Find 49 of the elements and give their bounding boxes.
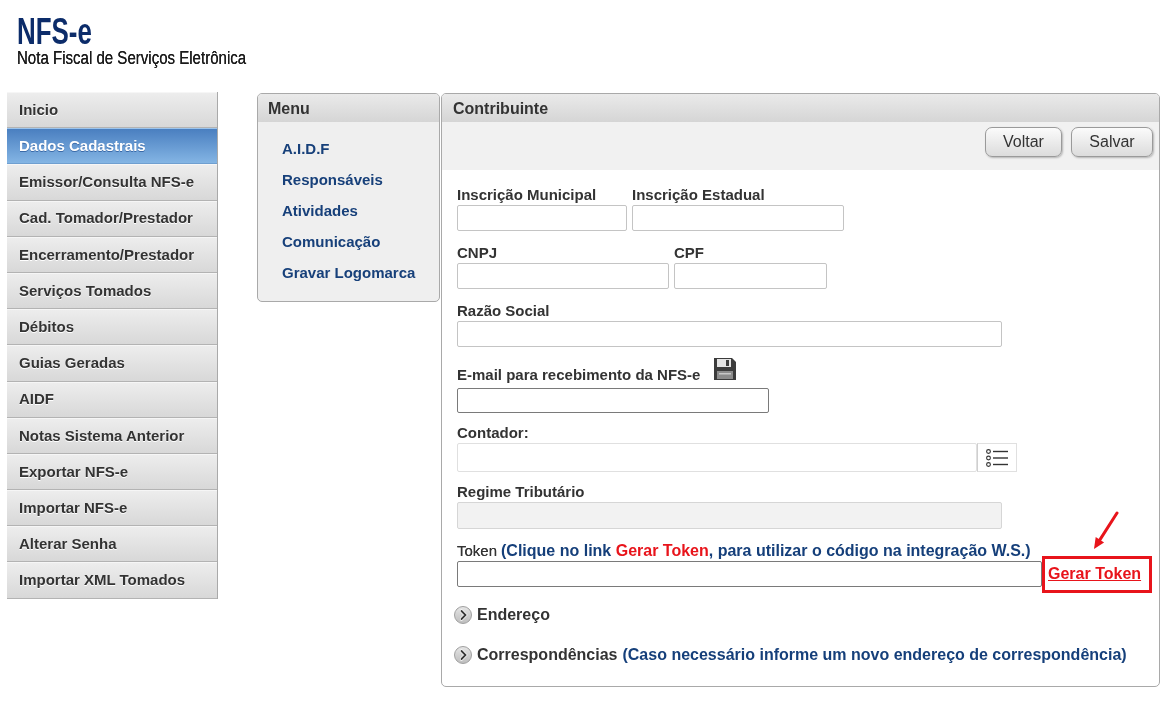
section-title[interactable]: Endereço xyxy=(477,603,550,627)
chevron-circle-icon[interactable] xyxy=(454,646,472,664)
chevron-circle-icon[interactable] xyxy=(454,606,472,624)
logo-subtitle: Nota Fiscal de Serviços Eletrônica xyxy=(17,48,247,68)
sidebar-item[interactable]: Inicio xyxy=(7,92,217,129)
panel-header: Contribuinte xyxy=(442,94,1159,122)
field-label: Contador: xyxy=(457,425,529,441)
field-label: Inscrição Municipal xyxy=(457,187,597,203)
text-input[interactable] xyxy=(457,205,627,231)
field-label: Token xyxy=(457,543,498,559)
panel-header: Menu xyxy=(258,94,439,122)
sidebar-item[interactable]: Emissor/Consulta NFS-e xyxy=(7,164,217,201)
lookup-button[interactable] xyxy=(977,443,1017,472)
field-label: CPF xyxy=(674,245,704,261)
menu-link[interactable]: Atividades xyxy=(282,195,358,226)
sidebar-item[interactable]: Encerramento/Prestador xyxy=(7,236,217,273)
toolbar-button[interactable]: Voltar xyxy=(985,127,1062,157)
menu-link[interactable]: Comunicação xyxy=(282,226,381,257)
sidebar-item[interactable]: Guias Geradas xyxy=(7,345,217,382)
sidebar-item[interactable]: Débitos xyxy=(7,309,217,346)
sidebar-item[interactable]: Notas Sistema Anterior xyxy=(7,417,217,454)
section-title[interactable]: Correspondências xyxy=(477,643,618,667)
menu-link[interactable]: Responsáveis xyxy=(282,164,383,195)
menu-link[interactable]: Gravar Logomarca xyxy=(282,257,416,288)
sidebar-item[interactable]: Importar XML Tomados xyxy=(7,562,217,599)
field-label: Regime Tributário xyxy=(457,484,585,500)
text-input[interactable] xyxy=(457,321,1002,347)
sidebar-item[interactable]: Alterar Senha xyxy=(7,526,217,563)
field-label: Razão Social xyxy=(457,303,550,319)
sidebar-item[interactable]: AIDF xyxy=(7,381,217,418)
text-input[interactable] xyxy=(674,263,827,289)
field-label: E-mail para recebimento da NFS-e xyxy=(457,367,701,383)
field-label: Inscrição Estadual xyxy=(632,187,765,203)
sidebar-item[interactable]: Serviços Tomados xyxy=(7,272,217,310)
text-input[interactable] xyxy=(457,263,669,289)
text-input[interactable] xyxy=(457,388,769,413)
toolbar-button[interactable]: Salvar xyxy=(1071,127,1153,157)
menu-link[interactable]: A.I.D.F xyxy=(282,133,330,164)
text-input[interactable] xyxy=(457,561,1042,587)
field-label: CNPJ xyxy=(457,245,497,261)
logo-title: NFS-e xyxy=(17,16,92,48)
sidebar-item[interactable]: Importar NFS-e xyxy=(7,490,217,527)
sidebar-item[interactable]: Exportar NFS-e xyxy=(7,453,217,491)
token-link[interactable]: Gerar Token xyxy=(1048,565,1142,583)
sidebar-item[interactable]: Cad. Tomador/Prestador xyxy=(7,200,217,237)
section-note: (Caso necessário informe um novo endereço de correspondência) xyxy=(622,645,1127,665)
list-icon xyxy=(986,448,1008,467)
field-hint: (Clique no link Gerar Token, para utilizar o código na integração W.S.) xyxy=(501,543,1031,559)
text-input[interactable] xyxy=(632,205,844,231)
